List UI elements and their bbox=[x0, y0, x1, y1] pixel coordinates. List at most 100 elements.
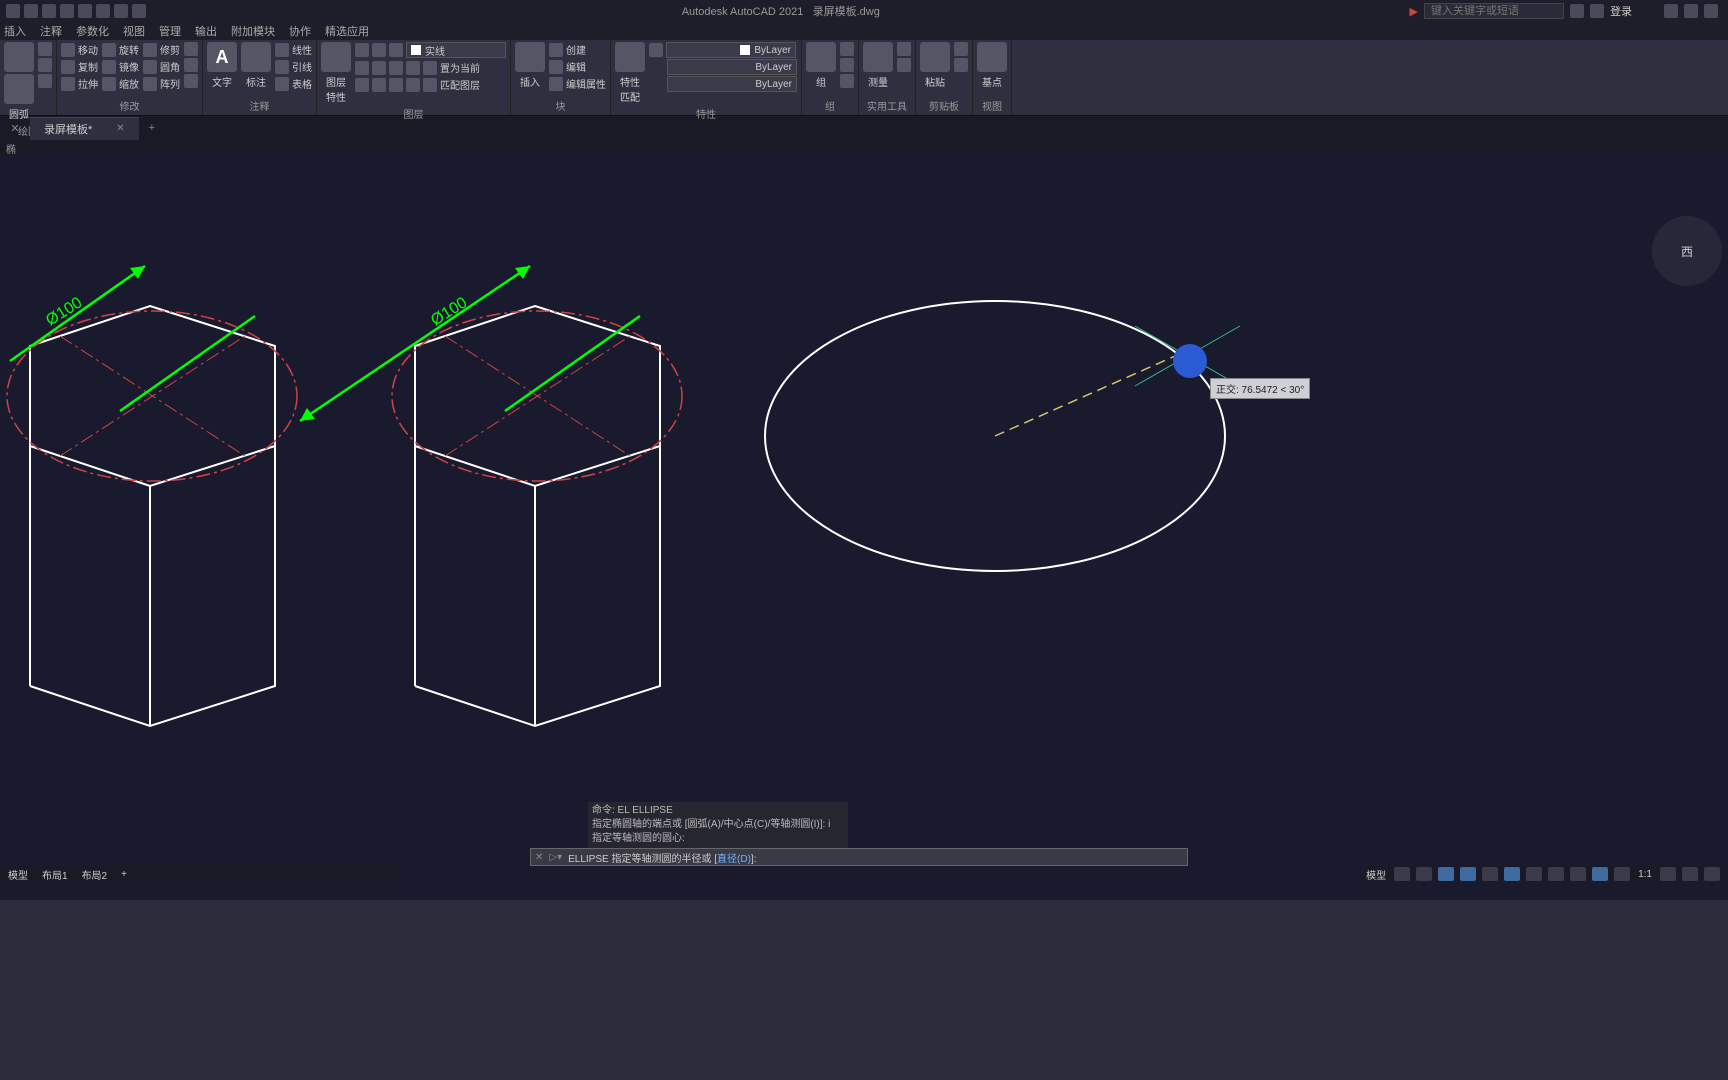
layout-tab[interactable]: 布局1 bbox=[42, 867, 68, 882]
table-icon[interactable] bbox=[275, 77, 289, 91]
cart-icon[interactable] bbox=[1664, 4, 1678, 18]
editattr-icon[interactable] bbox=[549, 77, 563, 91]
close-icon[interactable]: ✕ bbox=[535, 852, 543, 863]
color-selector[interactable]: ByLayer bbox=[666, 42, 796, 58]
util-icon[interactable] bbox=[897, 42, 911, 56]
edit-icon[interactable] bbox=[549, 60, 563, 74]
layer-tool-icon[interactable] bbox=[389, 78, 403, 92]
group-tool-icon[interactable] bbox=[840, 74, 854, 88]
snap-icon[interactable] bbox=[1416, 867, 1432, 881]
polar-icon[interactable] bbox=[1460, 867, 1476, 881]
save-icon[interactable] bbox=[60, 4, 74, 18]
array-icon[interactable] bbox=[143, 77, 157, 91]
insert-icon[interactable] bbox=[515, 42, 545, 72]
transparency-icon[interactable] bbox=[1570, 867, 1586, 881]
group-tool-icon[interactable] bbox=[840, 42, 854, 56]
menu-item[interactable]: 管理 bbox=[159, 23, 181, 39]
menu-item[interactable]: 附加模块 bbox=[231, 23, 275, 39]
color-icon[interactable] bbox=[649, 43, 663, 57]
viewcube[interactable]: 西 bbox=[1652, 216, 1722, 286]
rotate-icon[interactable] bbox=[102, 43, 116, 57]
app-menu-icon[interactable] bbox=[6, 4, 20, 18]
linear-icon[interactable] bbox=[275, 43, 289, 57]
menu-item[interactable]: 注释 bbox=[40, 23, 62, 39]
workspace-icon[interactable] bbox=[1682, 867, 1698, 881]
move-icon[interactable] bbox=[61, 43, 75, 57]
open-icon[interactable] bbox=[42, 4, 56, 18]
menu-item[interactable]: 参数化 bbox=[76, 23, 109, 39]
annotation-icon[interactable] bbox=[1614, 867, 1630, 881]
create-icon[interactable] bbox=[549, 43, 563, 57]
layer-selector[interactable]: 实线 bbox=[406, 42, 506, 58]
mod-icon[interactable] bbox=[184, 42, 198, 56]
layer-tool-icon[interactable] bbox=[406, 78, 420, 92]
search-input[interactable] bbox=[1424, 3, 1564, 19]
layer-tool-icon[interactable] bbox=[423, 61, 437, 75]
layer-tool-icon[interactable] bbox=[423, 78, 437, 92]
circle-icon[interactable] bbox=[38, 58, 52, 72]
login-link[interactable]: 登录 bbox=[1610, 3, 1632, 19]
mirror-icon[interactable] bbox=[102, 60, 116, 74]
bulb-icon[interactable] bbox=[355, 43, 369, 57]
text-icon[interactable]: A bbox=[207, 42, 237, 72]
freeze-icon[interactable] bbox=[372, 43, 386, 57]
copy-icon[interactable] bbox=[61, 60, 75, 74]
mod-icon[interactable] bbox=[184, 74, 198, 88]
status-model[interactable]: 模型 bbox=[1364, 867, 1388, 882]
menu-item[interactable]: 精选应用 bbox=[325, 23, 369, 39]
menu-item[interactable]: 插入 bbox=[4, 23, 26, 39]
document-tab[interactable]: 录屏模板* ✕ bbox=[30, 117, 139, 140]
help-icon[interactable] bbox=[1704, 4, 1718, 18]
fillet-icon[interactable] bbox=[143, 60, 157, 74]
layer-tool-icon[interactable] bbox=[372, 78, 386, 92]
layer-tool-icon[interactable] bbox=[406, 61, 420, 75]
menu-item[interactable]: 输出 bbox=[195, 23, 217, 39]
layout-tab-model[interactable]: 模型 bbox=[8, 867, 28, 882]
add-layout-button[interactable]: + bbox=[121, 869, 127, 880]
redo-icon[interactable] bbox=[132, 4, 146, 18]
matchprop-icon[interactable] bbox=[615, 42, 645, 72]
cycling-icon[interactable] bbox=[1592, 867, 1608, 881]
layer-tool-icon[interactable] bbox=[372, 61, 386, 75]
util-icon[interactable] bbox=[897, 58, 911, 72]
lwt-icon[interactable] bbox=[1548, 867, 1564, 881]
menu-item[interactable]: 视图 bbox=[123, 23, 145, 39]
group-tool-icon[interactable] bbox=[840, 58, 854, 72]
dim-icon[interactable] bbox=[241, 42, 271, 72]
osnap-icon[interactable] bbox=[1504, 867, 1520, 881]
leader-icon[interactable] bbox=[275, 60, 289, 74]
paste-icon[interactable] bbox=[920, 42, 950, 72]
print-icon[interactable] bbox=[96, 4, 110, 18]
gear-icon[interactable] bbox=[1660, 867, 1676, 881]
group-icon[interactable] bbox=[806, 42, 836, 72]
layer-props-icon[interactable] bbox=[321, 42, 351, 72]
lock-icon[interactable] bbox=[389, 43, 403, 57]
linetype-selector[interactable]: ByLayer bbox=[667, 76, 797, 92]
layout-tab[interactable]: 布局2 bbox=[82, 867, 108, 882]
measure-icon[interactable] bbox=[863, 42, 893, 72]
hatch-icon[interactable] bbox=[38, 74, 52, 88]
drawing-canvas[interactable]: Ø100 Ø100 正交: 76.5472 < 30° 西 bbox=[0, 156, 1728, 900]
layer-tool-icon[interactable] bbox=[355, 78, 369, 92]
close-icon[interactable]: ✕ bbox=[116, 123, 124, 134]
menu-item[interactable]: 协作 bbox=[289, 23, 311, 39]
clip-icon[interactable] bbox=[954, 58, 968, 72]
grid-icon[interactable] bbox=[1394, 867, 1410, 881]
search-icon[interactable] bbox=[1570, 4, 1584, 18]
trim-icon[interactable] bbox=[143, 43, 157, 57]
base-icon[interactable] bbox=[977, 42, 1007, 72]
layer-tool-icon[interactable] bbox=[389, 61, 403, 75]
ortho-icon[interactable] bbox=[1438, 867, 1454, 881]
clip-icon[interactable] bbox=[954, 42, 968, 56]
stretch-icon[interactable] bbox=[61, 77, 75, 91]
new-icon[interactable] bbox=[24, 4, 38, 18]
otrack-icon[interactable] bbox=[1526, 867, 1542, 881]
undo-icon[interactable] bbox=[114, 4, 128, 18]
rect-icon[interactable] bbox=[38, 42, 52, 56]
saveas-icon[interactable] bbox=[78, 4, 92, 18]
layer-tool-icon[interactable] bbox=[355, 61, 369, 75]
isodraft-icon[interactable] bbox=[1482, 867, 1498, 881]
new-tab-button[interactable]: + bbox=[139, 122, 165, 134]
line-icon[interactable] bbox=[4, 42, 34, 72]
start-tab[interactable]: ✕ bbox=[0, 122, 30, 135]
